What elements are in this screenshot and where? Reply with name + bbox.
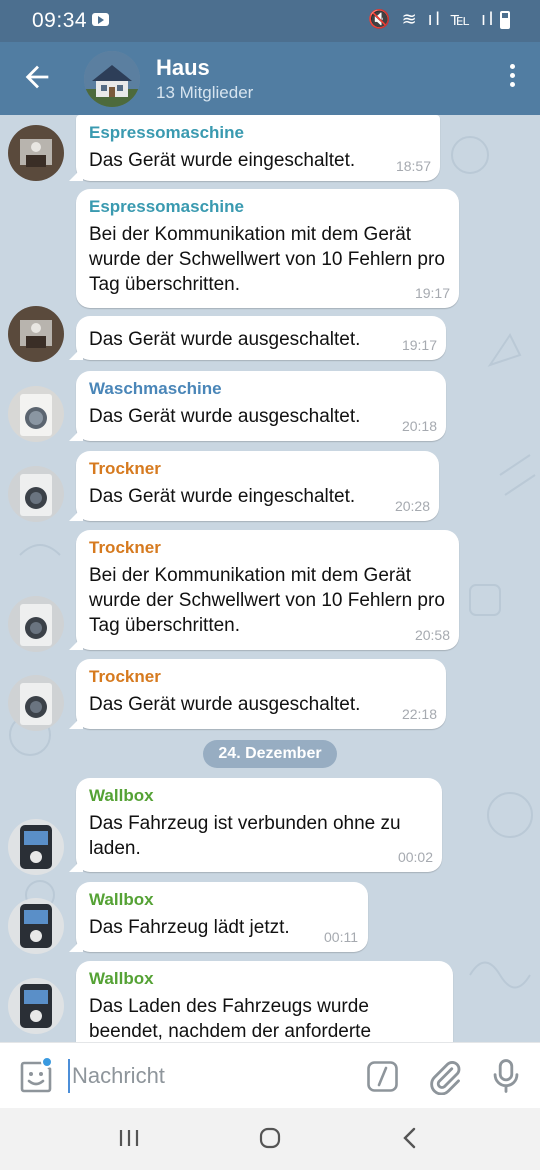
message-time: 20:58	[414, 627, 450, 643]
message-bubble[interactable]: Wallbox Das Fahrzeug lädt jetzt. 00:11	[76, 882, 368, 952]
message-sender: Espressomaschine	[89, 123, 244, 142]
message-sender: Trockner	[89, 667, 161, 686]
message-text: Das Fahrzeug lädt jetzt.	[89, 917, 290, 938]
message-sender: Wallbox	[89, 969, 154, 988]
status-time: 09:34	[32, 9, 88, 32]
avatar-espressomaschine[interactable]	[8, 125, 64, 181]
message-text: Das Gerät wurde ausgeschaltet.	[89, 694, 361, 715]
message-text: Das Gerät wurde eingeschaltet.	[89, 486, 356, 507]
message-composer	[0, 1042, 540, 1108]
back-arrow-icon[interactable]	[20, 60, 54, 94]
avatar-espressomaschine[interactable]	[8, 306, 64, 362]
message-time: 18:57	[395, 158, 431, 174]
avatar-trockner[interactable]	[8, 466, 64, 522]
avatar-trockner[interactable]	[8, 596, 64, 652]
more-menu-icon[interactable]	[504, 64, 520, 94]
group-avatar[interactable]	[84, 51, 140, 107]
message-text: Das Gerät wurde ausgeschaltet.	[89, 406, 361, 427]
message-bubble[interactable]: Wallbox Das Fahrzeug ist verbunden ohne …	[76, 778, 442, 872]
message-bubble[interactable]: Trockner Das Gerät wurde eingeschaltet. …	[76, 451, 439, 521]
avatar-wallbox[interactable]	[8, 819, 64, 875]
signal-icons: 🔇 ≋ ıl ℡ ıl	[368, 9, 496, 29]
chat-header: Haus 13 Mitglieder	[0, 42, 540, 115]
battery-icon	[500, 11, 510, 29]
message-sender: Espressomaschine	[89, 197, 244, 216]
message-sender: Wallbox	[89, 786, 154, 805]
bot-command-icon[interactable]	[367, 1061, 398, 1092]
message-sender: Trockner	[89, 459, 161, 478]
message-text: Das Fahrzeug ist verbunden ohne zu laden…	[89, 813, 401, 859]
microphone-icon[interactable]	[490, 1058, 522, 1094]
message-bubble[interactable]: Das Gerät wurde ausgeschaltet. 19:17	[76, 316, 446, 360]
avatar-wallbox[interactable]	[8, 898, 64, 954]
message-time: 19:17	[401, 337, 437, 353]
message-time: 22:18	[401, 706, 437, 722]
message-bubble[interactable]: Trockner Das Gerät wurde ausgeschaltet. …	[76, 659, 446, 729]
message-sender: Wallbox	[89, 890, 154, 909]
message-sender: Trockner	[89, 538, 161, 557]
message-sender: Waschmaschine	[89, 379, 222, 398]
chat-area[interactable]: Espressomaschine Das Gerät wurde eingesc…	[0, 115, 540, 1042]
message-bubble[interactable]: Espressomaschine Bei der Kommunikation m…	[76, 189, 459, 308]
message-bubble[interactable]: Wallbox Das Laden des Fahrzeugs wurde be…	[76, 961, 453, 1042]
attachment-icon[interactable]	[427, 1059, 463, 1095]
message-bubble[interactable]: Waschmaschine Das Gerät wurde ausgeschal…	[76, 371, 446, 441]
message-text: Bei der Kommunikation mit dem Gerät wurd…	[89, 565, 445, 636]
member-count: 13 Mitglieder	[156, 83, 254, 102]
message-time: 19:17	[414, 285, 450, 301]
system-navigation-bar	[0, 1108, 540, 1170]
message-input[interactable]	[68, 1059, 348, 1093]
message-bubble[interactable]: Trockner Bei der Kommunikation mit dem G…	[76, 530, 459, 650]
message-text: Das Laden des Fahrzeugs wurde beendet, n…	[89, 996, 372, 1042]
home-icon[interactable]	[258, 1126, 282, 1150]
avatar-trockner[interactable]	[8, 675, 64, 731]
message-time: 00:11	[324, 929, 358, 945]
message-text: Das Gerät wurde ausgeschaltet.	[89, 329, 361, 350]
message-time: 20:18	[401, 418, 437, 434]
message-text: Das Gerät wurde eingeschaltet.	[89, 150, 356, 171]
chat-title[interactable]: Haus	[156, 55, 210, 81]
youtube-icon	[92, 13, 109, 26]
avatar-wallbox[interactable]	[8, 978, 64, 1034]
date-separator: 24. Dezember	[203, 740, 337, 768]
message-bubble[interactable]: Espressomaschine Das Gerät wurde eingesc…	[76, 115, 440, 181]
message-time: 20:28	[394, 498, 430, 514]
status-bar: 09:34 🔇 ≋ ıl ℡ ıl	[0, 0, 540, 42]
recent-apps-icon[interactable]	[118, 1127, 140, 1149]
notification-dot	[41, 1056, 53, 1068]
message-text: Bei der Kommunikation mit dem Gerät wurd…	[89, 224, 445, 295]
system-back-icon[interactable]	[399, 1126, 421, 1150]
message-time: 00:02	[397, 849, 433, 865]
avatar-waschmaschine[interactable]	[8, 386, 64, 442]
